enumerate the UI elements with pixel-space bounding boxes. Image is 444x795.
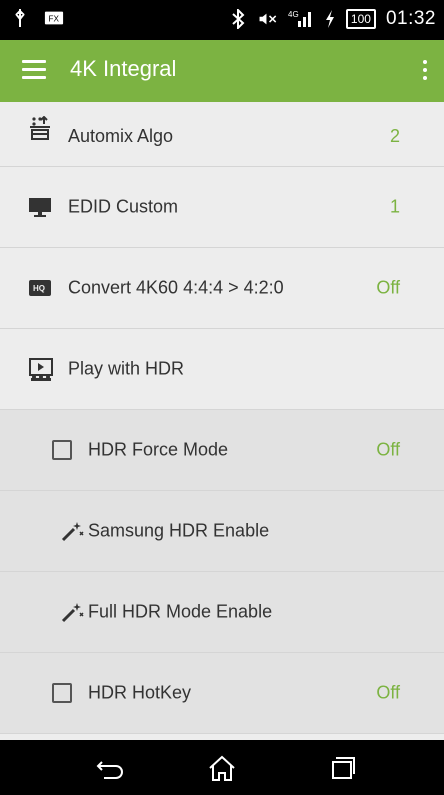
list-item-label: HDR HotKey [88,682,192,703]
checkbox-icon[interactable] [52,440,72,460]
list-item-value: Off [376,277,400,298]
svg-text:FX: FX [49,15,60,24]
list-item-hdr-hotkey[interactable]: HDR HotKey Off [0,653,444,734]
list-item-label: Full HDR Mode Enable [88,601,273,622]
status-bar: FX 4G 100 01:32 [0,0,444,40]
network-type-label: 4G [288,10,299,19]
recents-icon[interactable] [327,754,357,782]
checkbox-icon[interactable] [52,683,72,703]
status-bar-left: FX [10,8,64,28]
list-item-full-hdr-mode-enable[interactable]: Full HDR Mode Enable [0,572,444,653]
list-item-automix-algo[interactable]: Automix Algo 2 [0,102,444,167]
charging-icon [324,9,336,29]
list-item-label: EDID Custom [68,196,179,217]
list-item-play-with-hdr[interactable]: Play with HDR [0,329,444,410]
status-bar-right: 4G 100 01:32 [228,8,436,30]
fx-notification-icon: FX [44,8,64,28]
magic-wand-icon [60,600,84,624]
list-item-samsung-hdr-enable[interactable]: Samsung HDR Enable [0,491,444,572]
list-item-label: Automix Algo [68,126,174,146]
monitor-icon [28,195,52,219]
list-item-value: Off [376,439,400,460]
list-item-value: 1 [389,196,400,217]
automix-icon [28,115,52,140]
mute-icon [258,9,278,29]
list-item-value: 2 [389,126,400,146]
usb-icon [10,8,30,28]
magic-wand-icon [60,519,84,543]
battery-indicator: 100 [345,9,376,29]
list-item-label: Samsung HDR Enable [88,520,270,541]
overflow-menu-icon[interactable] [420,60,430,84]
svg-text:HQ: HQ [33,284,45,293]
list-item-convert-4k60[interactable]: HQ Convert 4K60 4:4:4 > 4:2:0 Off [0,248,444,329]
list-item-value: Off [376,682,400,703]
bluetooth-icon [228,9,248,29]
back-icon[interactable] [94,754,124,782]
list-item-label: HDR Force Mode [88,439,229,460]
list-item-edid-custom[interactable]: EDID Custom 1 [0,167,444,248]
list-item-label: Convert 4K60 4:4:4 > 4:2:0 [68,277,284,298]
hdr-play-icon [28,357,53,381]
app-bar: 4K Integral [0,40,444,102]
menu-icon[interactable] [22,60,46,82]
hq-icon: HQ [28,276,52,300]
settings-list: Automix Algo 2 EDID Custom 1 HQ Convert … [0,102,444,762]
list-item-label: Play with HDR [68,358,185,379]
clock: 01:32 [385,8,436,29]
app-title: 4K Integral [70,56,177,81]
signal-4g-icon: 4G [288,9,314,29]
navigation-bar [0,740,444,795]
home-icon[interactable] [207,754,237,782]
list-item-hdr-force-mode[interactable]: HDR Force Mode Off [0,410,444,491]
